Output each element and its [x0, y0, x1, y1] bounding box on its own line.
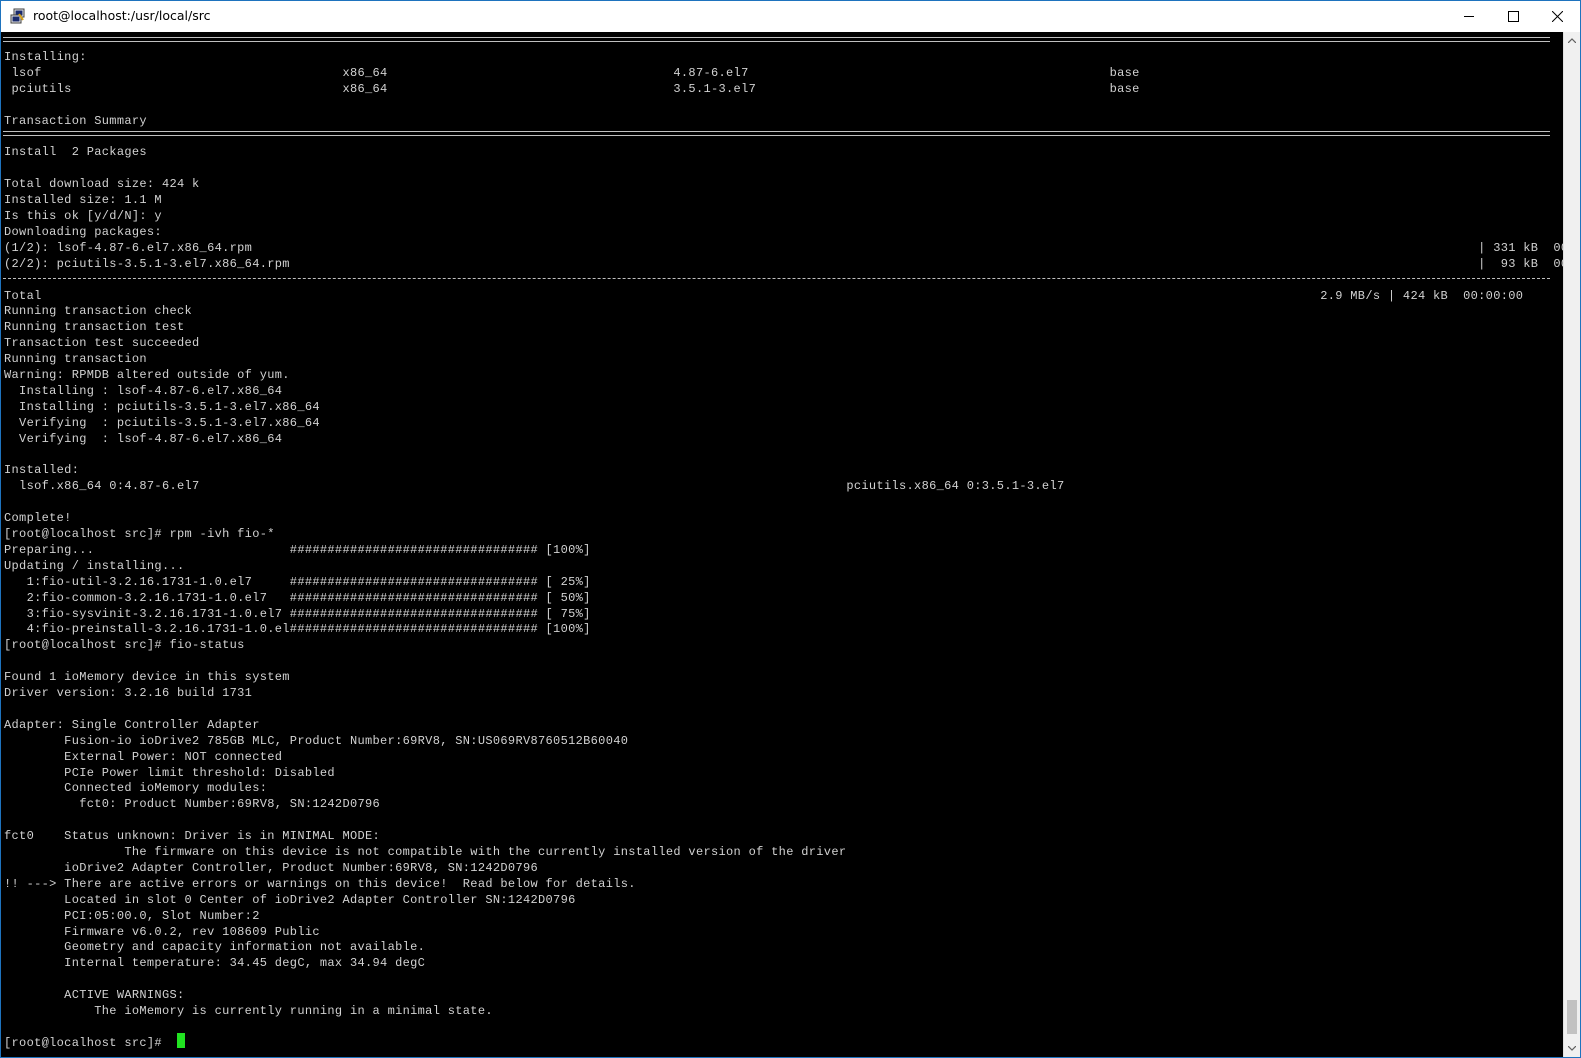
terminal-line: Warning: RPMDB altered outside of yum. — [4, 368, 290, 382]
scroll-down-button[interactable] — [1564, 1040, 1580, 1057]
terminal-line: Running transaction — [4, 352, 147, 366]
terminal-line: The firmware on this device is not compa… — [4, 845, 847, 859]
terminal-line: lsof x86_64 4.87-6.el7 base 331 k — [4, 66, 1563, 80]
putty-window: root@localhost:/usr/local/src Installing… — [0, 0, 1581, 1058]
terminal-line: Driver version: 3.2.16 build 1731 — [4, 686, 253, 700]
terminal-line: !! ---> There are active errors or warni… — [4, 877, 636, 891]
close-button[interactable] — [1535, 1, 1579, 32]
terminal-line: Is this ok [y/d/N]: y — [4, 209, 162, 223]
terminal-line: Adapter: Single Controller Adapter — [4, 718, 260, 732]
terminal-line: Transaction test succeeded — [4, 336, 200, 350]
text-cursor — [177, 1033, 185, 1048]
terminal-line: Installed size: 1.1 M — [4, 193, 162, 207]
chevron-down-icon — [1568, 1046, 1576, 1051]
terminal-line: Installed: — [4, 463, 80, 477]
terminal-line: Verifying : pciutils-3.5.1-3.el7.x86_64 — [4, 416, 1563, 430]
separator-rule — [3, 278, 1550, 279]
terminal-line: 1:fio-util-3.2.16.1731-1.0.el7 #########… — [4, 575, 591, 589]
terminal-line: Preparing... ###########################… — [4, 543, 591, 557]
terminal-line: [root@localhost src]# fio-status — [4, 638, 245, 652]
terminal-line: pciutils x86_64 3.5.1-3.el7 base 93 k — [4, 82, 1563, 96]
terminal-line: The ioMemory is currently running in a m… — [4, 1004, 493, 1018]
terminal-line: Located in slot 0 Center of ioDrive2 Ada… — [4, 893, 576, 907]
title-bar[interactable]: root@localhost:/usr/local/src — [1, 1, 1580, 32]
terminal-line: Running transaction test — [4, 320, 185, 334]
terminal-line: Complete! — [4, 511, 72, 525]
separator-rule — [3, 37, 1550, 42]
terminal-line: Installing: — [4, 50, 87, 64]
terminal-line: 3:fio-sysvinit-3.2.16.1731-1.0.el7 #####… — [4, 607, 591, 621]
terminal-line: Running transaction check — [4, 304, 193, 318]
terminal-line: [root@localhost src]# rpm -ivh fio-* — [4, 527, 275, 541]
terminal-line: Fusion-io ioDrive2 785GB MLC, Product Nu… — [4, 734, 629, 748]
terminal-line: Total 2.9 MB/s | 424 kB 00:00:00 — [4, 289, 1524, 303]
minimize-button[interactable] — [1447, 1, 1491, 32]
terminal-line: (1/2): lsof-4.87-6.el7.x86_64.rpm | 331 … — [4, 241, 1563, 255]
separator-rule — [3, 131, 1550, 136]
scroll-up-button[interactable] — [1564, 32, 1580, 49]
minimize-icon — [1464, 16, 1474, 17]
terminal-line: fct0: Product Number:69RV8, SN:1242D0796 — [4, 797, 381, 811]
terminal-line: Firmware v6.0.2, rev 108609 Public — [4, 925, 320, 939]
terminal-line: Connected ioMemory modules: — [4, 781, 268, 795]
terminal-line: 4:fio-preinstall-3.2.16.1731-1.0.el#####… — [4, 622, 591, 636]
terminal-line: (2/2): pciutils-3.5.1-3.el7.x86_64.rpm |… — [4, 257, 1563, 271]
terminal-line: ACTIVE WARNINGS: — [4, 988, 185, 1002]
terminal-line: ioDrive2 Adapter Controller, Product Num… — [4, 861, 539, 875]
terminal-line: Installing : pciutils-3.5.1-3.el7.x86_64 — [4, 400, 1563, 414]
terminal-line: Downloading packages: — [4, 225, 162, 239]
window-title: root@localhost:/usr/local/src — [33, 8, 211, 23]
close-icon — [1552, 11, 1563, 22]
terminal-line: Updating / installing... — [4, 559, 185, 573]
chevron-up-icon — [1568, 38, 1576, 43]
terminal-line: Geometry and capacity information not av… — [4, 940, 426, 954]
vertical-scrollbar[interactable] — [1563, 32, 1580, 1057]
scroll-thumb[interactable] — [1567, 1000, 1577, 1034]
terminal-line: fct0 Status unknown: Driver is in MINIMA… — [4, 829, 381, 843]
terminal-line: Total download size: 424 k — [4, 177, 200, 191]
terminal-line: External Power: NOT connected — [4, 750, 283, 764]
terminal-line: Installing : lsof-4.87-6.el7.x86_64 1/2 — [4, 384, 1563, 398]
putty-icon[interactable] — [10, 8, 26, 24]
terminal-line: PCIe Power limit threshold: Disabled — [4, 766, 335, 780]
terminal-line: Internal temperature: 34.45 degC, max 34… — [4, 956, 426, 970]
terminal-line: Install 2 Packages — [4, 145, 147, 159]
maximize-icon — [1508, 11, 1519, 22]
terminal-line: Transaction Summary — [4, 114, 147, 128]
terminal-output[interactable]: Installing: lsof x86_64 4.87-6.el7 base — [1, 32, 1563, 1057]
terminal-line: 2:fio-common-3.2.16.1731-1.0.el7 #######… — [4, 591, 591, 605]
terminal-line: lsof.x86_64 0:4.87-6.el7 pciutils.x86_64… — [4, 479, 1065, 493]
terminal-line: [root@localhost src]# — [4, 1036, 170, 1050]
terminal-line: Verifying : lsof-4.87-6.el7.x86_64 2/2 — [4, 432, 1563, 446]
maximize-button[interactable] — [1491, 1, 1535, 32]
terminal-line: PCI:05:00.0, Slot Number:2 — [4, 909, 260, 923]
terminal-line: Found 1 ioMemory device in this system — [4, 670, 290, 684]
